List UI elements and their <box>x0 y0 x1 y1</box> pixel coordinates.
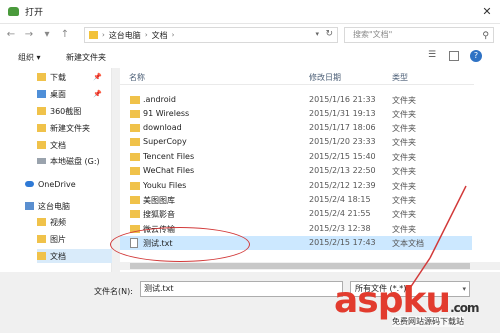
arrow-shaft <box>429 185 467 259</box>
watermark-logo: aspku.com <box>334 280 479 321</box>
watermark-tagline: 免费网站源码下载站 <box>392 316 464 327</box>
watermark-brand: aspku <box>334 280 451 321</box>
watermark-domain: .com <box>450 301 479 315</box>
